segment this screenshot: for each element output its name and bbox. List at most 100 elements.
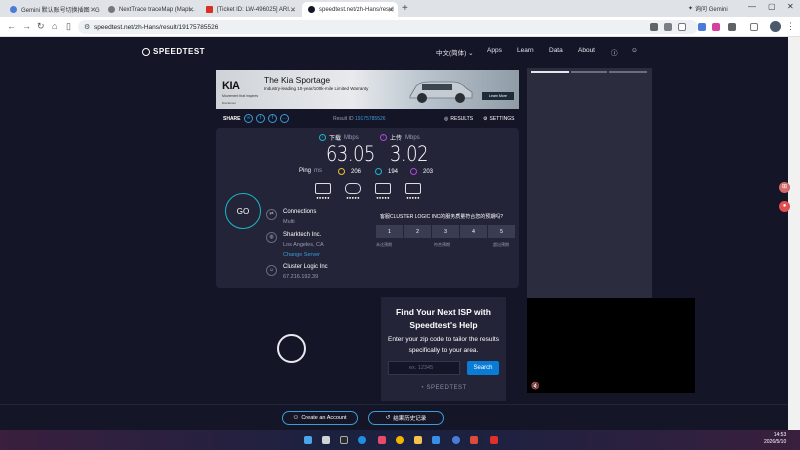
ping-idle-value: 206: [351, 168, 362, 175]
more-share-icon[interactable]: …: [280, 114, 289, 123]
side-panel-icon[interactable]: ⊞: [779, 182, 790, 193]
close-icon[interactable]: ✕: [388, 6, 394, 14]
rating-4[interactable]: 4: [460, 225, 487, 238]
streaming-experience[interactable]: ●●●●●: [374, 183, 392, 203]
extensions-puzzle-icon[interactable]: [728, 23, 736, 31]
tab-nexttrace[interactable]: NextTrace traceMap (Mapl... ✕: [102, 2, 198, 17]
twitter-icon[interactable]: t: [256, 114, 265, 123]
rating-5[interactable]: 5: [488, 225, 515, 238]
browser-tab-bar: Gemini 默认账号切换插图 - G ✕ NextTrace traceMap…: [0, 0, 800, 17]
browsing-experience[interactable]: ●●●●●: [314, 183, 332, 203]
chrome-icon[interactable]: [396, 436, 404, 444]
tab-ticket[interactable]: [Ticket ID: LW-496025] ARI... ✕: [200, 2, 300, 17]
tab-title: speedtest.net/zh-Hans/resul: [319, 6, 394, 13]
file-explorer-icon[interactable]: [414, 436, 422, 444]
chevron-down-icon: ⌄: [468, 50, 474, 57]
terminal-icon[interactable]: [340, 436, 348, 444]
ad-disclaimer: Disclaimer: [222, 101, 237, 105]
user-icon[interactable]: ☺: [631, 47, 638, 54]
server-location: Los Angeles, CA: [283, 242, 324, 248]
bookmarks-icon[interactable]: [750, 23, 758, 31]
maximize-icon[interactable]: ▢: [768, 2, 776, 11]
language-select[interactable]: 中文(简体) ⌄: [436, 47, 474, 57]
video-call-experience[interactable]: ●●●●●: [404, 183, 422, 203]
app-icon[interactable]: [490, 436, 498, 444]
translate-icon[interactable]: [650, 23, 658, 31]
logo-text: SPEEDTEST: [153, 47, 206, 56]
page-scrollbar[interactable]: [788, 37, 800, 430]
result-history-button[interactable]: ↺ 结果历史记录: [368, 411, 444, 425]
rating-2[interactable]: 2: [404, 225, 431, 238]
rating-dots: ●●●●●: [346, 195, 360, 200]
new-tab-button[interactable]: +: [402, 3, 408, 14]
site-info-icon[interactable]: ⚙: [84, 23, 90, 31]
app-icon[interactable]: [452, 436, 460, 444]
gear-icon: ⚙: [483, 116, 488, 122]
app-icon[interactable]: [358, 436, 366, 444]
app-icon[interactable]: [470, 436, 478, 444]
tab-gemini[interactable]: Gemini 默认账号切换插图 - G ✕: [4, 2, 100, 17]
system-clock[interactable]: 14:53 2026/5/10: [764, 432, 786, 446]
ask-gemini-button[interactable]: ✦ 询问 Gemini: [688, 3, 728, 14]
gmail-icon: [206, 6, 213, 13]
speedtest-logo-small: ◔ SPEEDTEST: [420, 385, 467, 391]
back-icon[interactable]: ←: [7, 21, 16, 31]
nav-apps[interactable]: Apps: [487, 47, 502, 54]
close-icon[interactable]: ✕: [90, 6, 96, 14]
upload-label: 上传: [390, 136, 403, 142]
facebook-icon[interactable]: f: [268, 114, 277, 123]
share-icon[interactable]: [664, 23, 672, 31]
result-id-link[interactable]: 19175785526: [355, 116, 386, 122]
close-window-icon[interactable]: ✕: [787, 2, 794, 11]
app-icon[interactable]: [378, 436, 386, 444]
change-server-link[interactable]: Change Server: [283, 252, 320, 258]
nav-about[interactable]: About: [578, 47, 595, 54]
nav-data[interactable]: Data: [549, 47, 563, 54]
sidebar-icon[interactable]: ▯: [66, 21, 71, 32]
nav-learn[interactable]: Learn: [517, 47, 534, 54]
reload-icon[interactable]: ↻: [37, 21, 45, 32]
video-ad[interactable]: [527, 298, 695, 393]
rating-high-label: 超出预期: [493, 242, 509, 247]
help-icon[interactable]: ⓘ: [611, 47, 618, 57]
rating-3[interactable]: 3: [432, 225, 459, 238]
gaming-experience[interactable]: ●●●●●: [344, 183, 362, 203]
side-extension-icon[interactable]: ●: [779, 201, 790, 212]
url-input[interactable]: speedtest.net/zh-Hans/result/19175785526: [78, 20, 698, 34]
go-button[interactable]: GO: [225, 193, 261, 229]
results-link[interactable]: ◎ RESULTS: [444, 116, 473, 122]
connections-icon: ⇄: [266, 209, 277, 220]
bookmark-star-icon[interactable]: [678, 23, 686, 31]
clock-date: 2026/5/10: [764, 439, 787, 445]
link-icon[interactable]: ∞: [244, 114, 253, 123]
close-icon[interactable]: ✕: [290, 6, 296, 14]
forward-icon[interactable]: →: [22, 21, 31, 31]
kia-ad-banner[interactable]: KIA Movement that inspires The Kia Sport…: [216, 70, 519, 109]
mute-icon[interactable]: 🔇: [531, 382, 540, 390]
tab-speedtest[interactable]: speedtest.net/zh-Hans/resul ✕: [302, 2, 398, 17]
sidebar-ad[interactable]: [527, 68, 652, 298]
zip-code-input[interactable]: ex. 12345: [388, 361, 460, 375]
speedtest-logo[interactable]: SPEEDTEST: [142, 47, 205, 56]
tab-title: Gemini 默认账号切换插图 - G: [21, 8, 100, 14]
home-icon[interactable]: ⌂: [52, 21, 57, 31]
ad-learn-more-button[interactable]: Learn More: [482, 92, 514, 100]
connections-value[interactable]: Multi: [283, 219, 295, 225]
profile-avatar[interactable]: [770, 21, 781, 32]
start-icon[interactable]: [304, 436, 312, 444]
app-icon[interactable]: [432, 436, 440, 444]
close-icon[interactable]: ✕: [188, 6, 194, 14]
rating-1[interactable]: 1: [376, 225, 403, 238]
extension-icon[interactable]: [712, 23, 720, 31]
extension-icon[interactable]: [698, 23, 706, 31]
search-icon[interactable]: [322, 436, 330, 444]
isp-promo-body: Enter your zip code to tailor the result…: [388, 336, 499, 354]
menu-icon[interactable]: ⋮: [786, 21, 795, 32]
search-button[interactable]: Search: [467, 361, 499, 375]
create-account-button[interactable]: ⚇ Create an Account: [282, 411, 358, 425]
minimize-icon[interactable]: —: [748, 2, 756, 11]
logo-text: SPEEDTEST: [426, 385, 467, 391]
rating-dots: ●●●●●: [406, 195, 420, 200]
settings-link[interactable]: ⚙ SETTINGS: [483, 116, 515, 122]
upload-value: 3.02: [390, 142, 429, 166]
